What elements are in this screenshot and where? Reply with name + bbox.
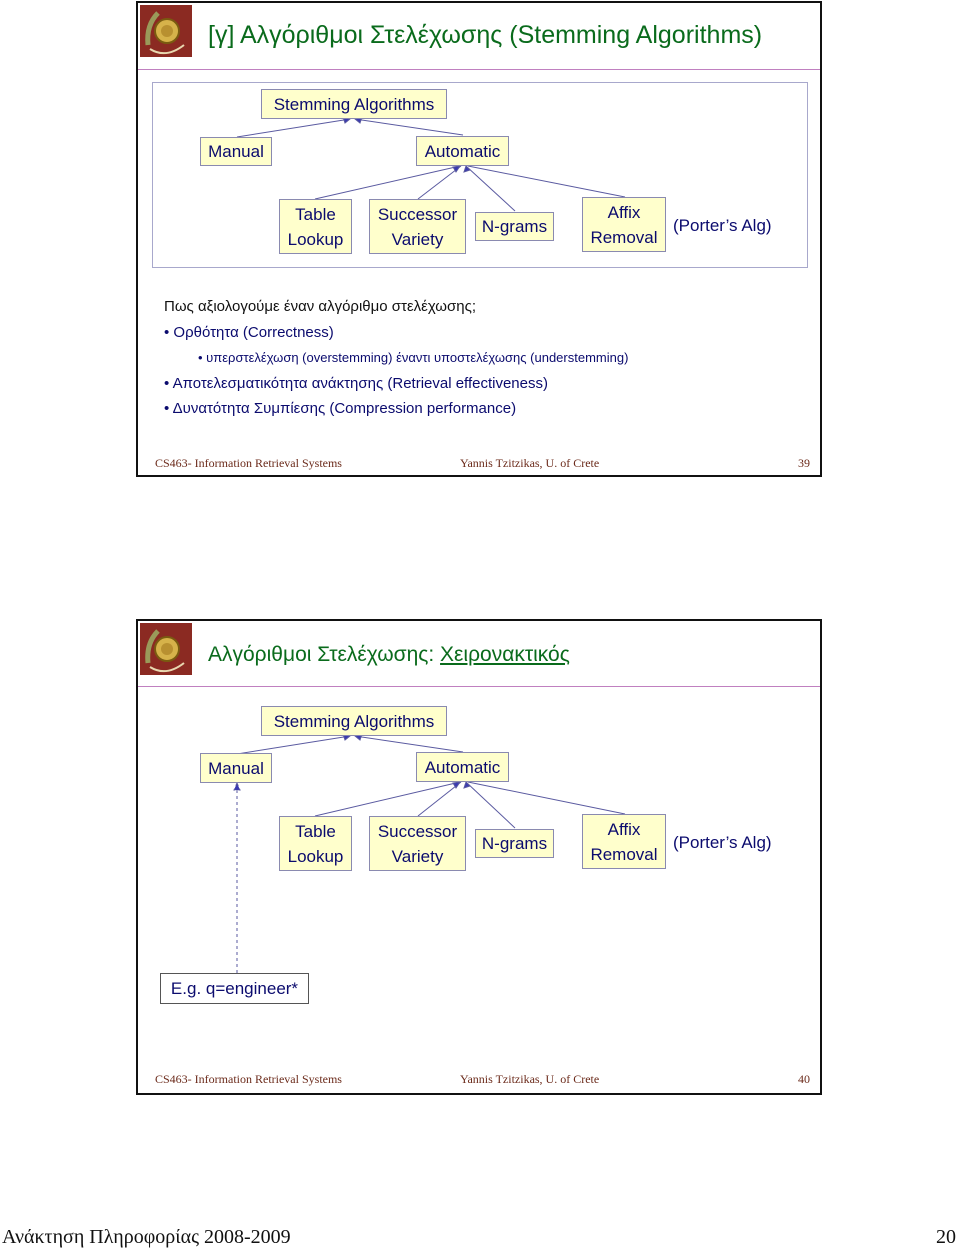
node-n-grams: N-grams <box>475 829 554 858</box>
node-table-lookup: Table Lookup <box>279 816 352 871</box>
node-table-lookup: Table Lookup <box>279 199 352 254</box>
footer-slide-number: 39 <box>798 456 810 470</box>
title-underlined-term: Χειρονακτικός <box>440 643 570 666</box>
sub-bullet-item: • υπερστελέχωση (overstemming) έναντι υπ… <box>198 350 629 365</box>
node-manual: Manual <box>200 753 272 783</box>
footer-course: CS463- Information Retrieval Systems <box>155 456 342 470</box>
footer-author: Yannis Tzitzikas, U. of Crete <box>460 1072 600 1086</box>
porter-algorithm-note: (Porter’s Alg) <box>673 833 772 852</box>
bullet-item: • Ορθότητα (Correctness) <box>164 323 334 341</box>
node-automatic: Automatic <box>416 752 509 782</box>
node-manual: Manual <box>200 137 272 166</box>
connector-ngrams-automatic <box>465 781 516 829</box>
bullet-icon: • <box>164 323 174 341</box>
bullet-icon: • <box>198 350 207 365</box>
footer-slide-number: 40 <box>798 1072 810 1086</box>
bullet-icon: • <box>164 400 173 417</box>
example-query-box: E.g. q=engineer* <box>160 973 309 1004</box>
connector-table-automatic <box>314 781 461 817</box>
title-divider <box>138 69 820 70</box>
university-of-crete-logo <box>140 5 192 57</box>
connector-successor-automatic <box>417 781 462 817</box>
evaluation-question: Πως αξιολογούμε έναν αλγόριθμο στελέχωση… <box>164 298 477 315</box>
university-of-crete-logo <box>140 623 192 675</box>
footer-course: CS463- Information Retrieval Systems <box>155 1072 342 1086</box>
slide-title: [γ] Αλγόριθμοι Στελέχωσης (Stemming Algo… <box>208 21 763 49</box>
page-footer-number: 20 <box>936 1226 956 1248</box>
node-stemming-algorithms: Stemming Algorithms <box>261 89 447 119</box>
node-affix-removal: Affix Removal <box>582 197 666 252</box>
node-automatic: Automatic <box>416 136 509 166</box>
bullet-item: • Αποτελεσματικότητα ανάκτησης (Retrieva… <box>164 374 548 392</box>
bullet-icon: • <box>164 374 173 392</box>
arrowhead <box>452 781 462 789</box>
slide-39: [γ] Αλγόριθμοι Στελέχωσης (Stemming Algo… <box>136 1 822 477</box>
bullet-item: • Δυνατότητα Συμπίεσης (Compression perf… <box>164 400 517 417</box>
diagram-connectors <box>233 733 626 973</box>
slide-title: Αλγόριθμοι Στελέχωσης: Χειρονακτικός <box>208 643 570 666</box>
node-successor-variety: Successor Variety <box>369 816 466 871</box>
node-n-grams: N-grams <box>475 212 554 241</box>
arrowhead <box>463 781 471 789</box>
connector-manual-root <box>236 735 351 755</box>
title-divider <box>138 686 820 687</box>
porter-algorithm-note: (Porter’s Alg) <box>673 216 772 235</box>
page-footer-course-year: Ανάκτηση Πληροφορίας 2008-2009 <box>2 1226 291 1248</box>
footer-author: Yannis Tzitzikas, U. of Crete <box>460 456 600 470</box>
slide-40: Αλγόριθμοι Στελέχωσης: Χειρονακτικός Ste… <box>136 619 822 1095</box>
node-affix-removal: Affix Removal <box>582 814 666 869</box>
node-successor-variety: Successor Variety <box>369 199 466 254</box>
connector-affix-automatic <box>467 781 626 815</box>
slide-body: Πως αξιολογούμε έναν αλγόριθμο στελέχωση… <box>164 294 628 422</box>
connector-automatic-root <box>354 735 464 753</box>
arrowhead <box>233 781 241 791</box>
node-stemming-algorithms: Stemming Algorithms <box>261 706 447 736</box>
